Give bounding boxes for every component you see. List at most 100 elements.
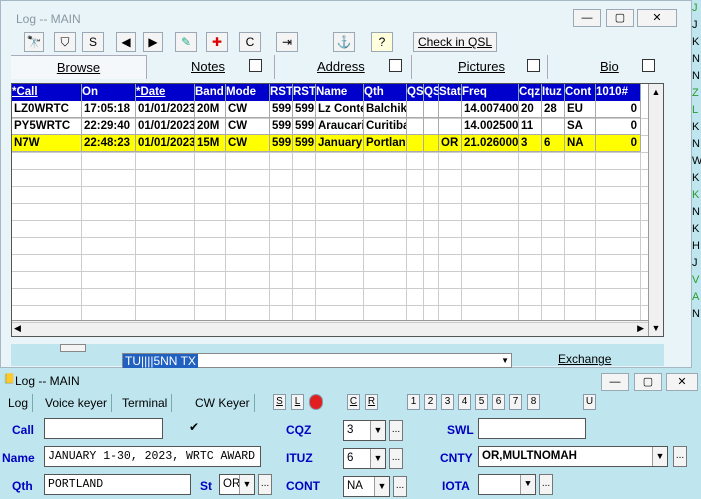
st-dropdown-icon[interactable]: ▼	[239, 475, 254, 494]
right-list-item[interactable]: J	[692, 257, 701, 270]
column-header[interactable]: QS	[424, 84, 439, 101]
tab-bio[interactable]: Bio	[548, 55, 664, 79]
table-cell[interactable]: 14.002500	[462, 118, 519, 135]
column-header[interactable]: RST	[270, 84, 293, 101]
table-cell[interactable]: 20	[519, 101, 542, 118]
next-icon[interactable]: ▶	[143, 32, 163, 52]
st-more-button[interactable]: ...	[258, 474, 272, 495]
check-in-qsl-button[interactable]: Check in QSL	[413, 32, 497, 52]
st-select[interactable]: OR ▼	[219, 474, 255, 495]
scroll-left-icon[interactable]: ◀	[14, 321, 21, 336]
shortcut-button[interactable]: S	[273, 394, 286, 410]
column-header[interactable]: 1010#	[596, 84, 641, 101]
macro-select[interactable]: TU||||5NN TX ▼	[122, 353, 512, 368]
column-header[interactable]: Cqz	[519, 84, 542, 101]
table-cell[interactable]: N7W	[12, 135, 82, 152]
table-cell[interactable]: 599	[270, 101, 293, 118]
table-cell[interactable]: 20M	[195, 101, 226, 118]
cqz-more-button[interactable]: ...	[389, 420, 403, 441]
column-header[interactable]: Qth	[364, 84, 407, 101]
pencil-icon[interactable]: ✎	[175, 32, 197, 52]
table-cell[interactable]: LZ0WRTC	[12, 101, 82, 118]
call-checkbox[interactable]: ✔	[187, 421, 201, 435]
table-cell[interactable]: 0	[596, 118, 641, 135]
table-cell[interactable]: Portland	[364, 135, 407, 152]
table-cell[interactable]: 21.026000	[462, 135, 519, 152]
right-list-item[interactable]: Z	[692, 87, 701, 100]
cqz-select[interactable]: 3 ▼	[343, 420, 386, 441]
name-input[interactable]: JANUARY 1-30, 2023, WRTC AWARD	[44, 446, 261, 467]
table-cell[interactable]: 01/01/2023	[136, 135, 195, 152]
menu-item[interactable]: Terminal	[118, 394, 173, 412]
log-grid[interactable]: ▲ ▼ ◀ ▶ *Call On *Date Band Mode RST RST Name Qt…	[11, 83, 664, 337]
cont-dropdown-icon[interactable]: ▼	[374, 477, 389, 496]
menu-item[interactable]: CW Keyer	[191, 394, 255, 412]
vertical-scrollbar[interactable]: ▲ ▼	[648, 84, 663, 336]
table-cell[interactable]: 20M	[195, 118, 226, 135]
notes-checkbox[interactable]	[249, 59, 262, 72]
call-input[interactable]	[44, 418, 163, 439]
right-list-item[interactable]: A	[692, 291, 701, 304]
cont-more-button[interactable]: ...	[393, 476, 407, 497]
table-cell[interactable]: 15M	[195, 135, 226, 152]
table-cell[interactable]: 17:05:18	[82, 101, 136, 118]
column-header[interactable]: Band	[195, 84, 226, 101]
exchange-label[interactable]: Exchange	[558, 352, 611, 366]
filter-icon[interactable]: ⛉	[54, 32, 76, 52]
shortcut-button[interactable]: 5	[475, 394, 488, 410]
table-cell[interactable]: 11	[519, 118, 542, 135]
chevron-down-icon[interactable]: ▼	[501, 354, 509, 367]
shortcut-button[interactable]: R	[365, 394, 378, 410]
minimize-button[interactable]: —	[573, 9, 601, 27]
table-cell[interactable]	[439, 118, 462, 135]
table-cell[interactable]: OR	[439, 135, 462, 152]
tab-pictures[interactable]: Pictures	[412, 55, 548, 79]
export-icon[interactable]: ⇥	[276, 32, 298, 52]
s-button[interactable]: S	[82, 32, 104, 52]
right-list-item[interactable]: V	[692, 274, 701, 287]
column-header[interactable]: Freq	[462, 84, 519, 101]
menu-item[interactable]: Voice keyer	[41, 394, 113, 412]
binoculars-icon[interactable]: 🔭	[24, 32, 44, 52]
table-cell[interactable]: 22:29:40	[82, 118, 136, 135]
cnty-more-button[interactable]: ...	[673, 446, 687, 467]
cnty-select[interactable]: OR,MULTNOMAH ▼	[478, 446, 668, 467]
shortcut-button[interactable]: 4	[458, 394, 471, 410]
column-header[interactable]: Name	[316, 84, 364, 101]
scroll-right-icon[interactable]: ▶	[637, 321, 644, 336]
column-header[interactable]: Cont	[565, 84, 596, 101]
shortcut-button[interactable]: 1	[407, 394, 420, 410]
tab-browse[interactable]: Browse	[11, 55, 147, 79]
right-list-item[interactable]: K	[692, 189, 701, 202]
table-cell[interactable]: Araucari	[316, 118, 364, 135]
table-cell[interactable]: 22:48:23	[82, 135, 136, 152]
table-cell[interactable]: EU	[565, 101, 596, 118]
table-cell[interactable]: 3	[519, 135, 542, 152]
right-list-item[interactable]: N	[692, 308, 701, 321]
column-header[interactable]: State	[439, 84, 462, 101]
shortcut-button[interactable]: 6	[492, 394, 505, 410]
table-cell[interactable]: 28	[542, 101, 565, 118]
table-cell[interactable]: 599	[293, 101, 316, 118]
prev-icon[interactable]: ◀	[116, 32, 136, 52]
shortcut-button[interactable]: 2	[424, 394, 437, 410]
bio-checkbox[interactable]	[642, 59, 655, 72]
table-cell[interactable]: January	[316, 135, 364, 152]
tab-notes[interactable]: Notes	[147, 55, 275, 79]
add-icon[interactable]: ✚	[206, 32, 228, 52]
right-list-item[interactable]: N	[692, 138, 701, 151]
small-handle[interactable]	[60, 344, 86, 352]
table-cell[interactable]	[424, 135, 439, 152]
table-cell[interactable]: CW	[226, 135, 270, 152]
table-cell[interactable]: Curitiba	[364, 118, 407, 135]
right-list-item[interactable]: W	[692, 155, 701, 168]
log-minimize-button[interactable]: —	[601, 373, 629, 391]
right-list-item[interactable]: N	[692, 70, 701, 83]
table-cell[interactable]	[439, 101, 462, 118]
table-cell[interactable]: SA	[565, 118, 596, 135]
c-button[interactable]: C	[239, 32, 261, 52]
scroll-down-icon[interactable]: ▼	[649, 320, 663, 336]
shortcut-button[interactable]: L	[291, 394, 304, 410]
cqz-dropdown-icon[interactable]: ▼	[370, 421, 385, 440]
right-list-item[interactable]: K	[692, 36, 701, 49]
